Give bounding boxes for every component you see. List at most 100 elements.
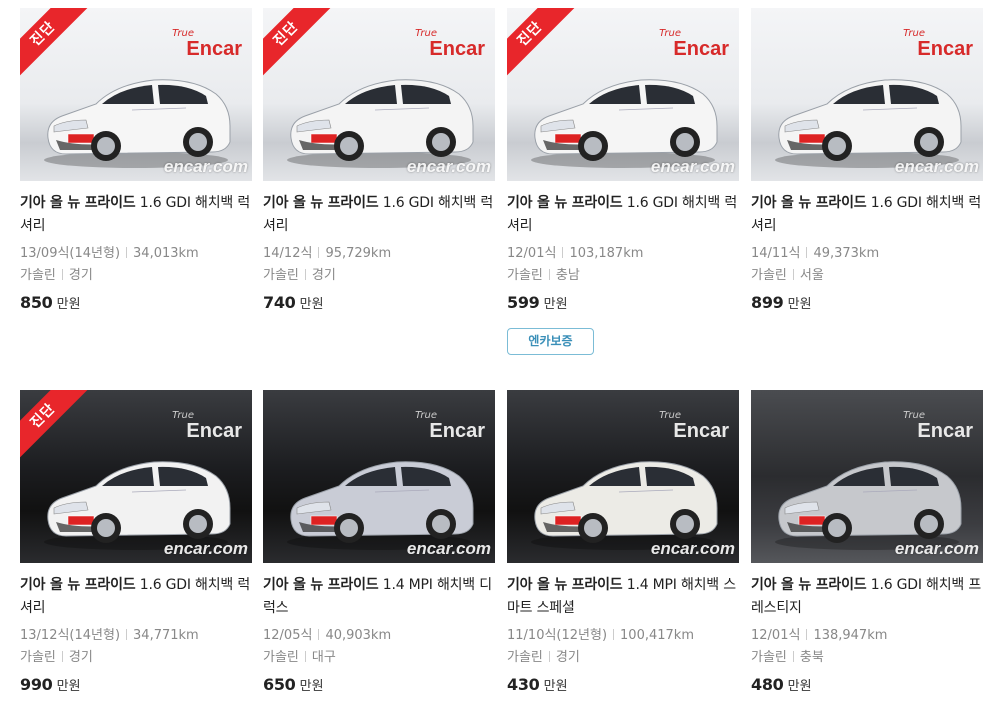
encar-logo: Encar xyxy=(186,38,242,60)
listing-thumbnail[interactable]: True Encar encar.com 진단 xyxy=(263,8,495,181)
listing-fuel: 가솔린 xyxy=(263,650,299,665)
price-unit: 만원 xyxy=(299,679,324,694)
listing-thumbnail[interactable]: True Encar encar.com xyxy=(263,390,495,563)
listing-specs: 11/10식(12년형) 100,417km 가솔린 경기 xyxy=(507,625,739,669)
listing-brand: 기아 올 뉴 프라이드 xyxy=(20,577,136,593)
watermark: encar.com xyxy=(894,539,979,558)
listing-specs: 12/01식 103,187km 가솔린 충남 xyxy=(507,243,739,287)
listing-fuel: 가솔린 xyxy=(751,268,787,283)
watermark: encar.com xyxy=(406,157,491,176)
listing-specs: 13/12식(14년형) 34,771km 가솔린 경기 xyxy=(20,625,252,669)
listing-brand: 기아 올 뉴 프라이드 xyxy=(263,195,379,211)
listing-specs: 14/11식 49,373km 가솔린 서울 xyxy=(751,243,983,287)
divider xyxy=(792,651,794,662)
divider xyxy=(806,247,808,258)
listing-fuel: 가솔린 xyxy=(507,268,543,283)
price-unit: 만원 xyxy=(787,679,812,694)
price-unit: 만원 xyxy=(787,297,812,312)
listing-year: 12/01식 xyxy=(507,246,557,261)
listing-mileage: 34,771km xyxy=(133,628,199,643)
listing-thumbnail[interactable]: True Encar encar.com xyxy=(751,390,983,563)
listing-year: 12/01식 xyxy=(751,628,801,643)
listing-brand: 기아 올 뉴 프라이드 xyxy=(751,195,867,211)
listing-year: 14/11식 xyxy=(751,246,801,261)
listing-card[interactable]: True Encar encar.com 진단 기아 올 뉴 프라이드 1.6 … xyxy=(20,390,252,694)
listing-price: 650 만원 xyxy=(263,675,495,694)
price-unit: 만원 xyxy=(543,297,568,312)
watermark: encar.com xyxy=(406,539,491,558)
listing-year: 12/05식 xyxy=(263,628,313,643)
listing-fuel: 가솔린 xyxy=(20,650,56,665)
listing-thumbnail[interactable]: True Encar encar.com xyxy=(751,8,983,181)
listing-specs: 12/01식 138,947km 가솔린 충북 xyxy=(751,625,983,669)
listing-card[interactable]: True Encar encar.com 진단 기아 올 뉴 프라이드 1.6 … xyxy=(263,8,495,312)
listing-title[interactable]: 기아 올 뉴 프라이드 1.6 GDI 해치백 럭셔리 xyxy=(20,574,252,620)
listing-region: 경기 xyxy=(555,650,580,665)
price-value: 480 xyxy=(751,675,784,694)
listing-brand: 기아 올 뉴 프라이드 xyxy=(507,577,623,593)
divider xyxy=(61,269,63,280)
listing-region: 경기 xyxy=(68,650,93,665)
listing-specs: 12/05식 40,903km 가솔린 대구 xyxy=(263,625,495,669)
listing-thumbnail[interactable]: True Encar encar.com 진단 xyxy=(20,390,252,563)
listing-title[interactable]: 기아 올 뉴 프라이드 1.6 GDI 해치백 프레스티지 xyxy=(751,574,983,620)
listing-title[interactable]: 기아 올 뉴 프라이드 1.6 GDI 해치백 럭셔리 xyxy=(751,192,983,238)
listing-card[interactable]: True Encar encar.com 기아 올 뉴 프라이드 1.4 MPI… xyxy=(507,390,739,694)
price-unit: 만원 xyxy=(543,679,568,694)
watermark: encar.com xyxy=(894,157,979,176)
car-photo xyxy=(44,79,231,168)
listing-card[interactable]: True Encar encar.com 기아 올 뉴 프라이드 1.6 GDI… xyxy=(751,390,983,694)
car-photo xyxy=(531,79,718,168)
listing-fuel: 가솔린 xyxy=(751,650,787,665)
listing-title[interactable]: 기아 올 뉴 프라이드 1.4 MPI 해치백 스마트 스페셜 xyxy=(507,574,739,620)
divider xyxy=(792,269,794,280)
divider xyxy=(61,651,63,662)
price-value: 599 xyxy=(507,293,540,312)
car-photo xyxy=(775,461,962,550)
watermark: encar.com xyxy=(650,157,735,176)
listing-year: 13/09식(14년형) xyxy=(20,246,121,261)
listing-fuel: 가솔린 xyxy=(263,268,299,283)
listing-region: 서울 xyxy=(799,268,824,283)
divider xyxy=(548,651,550,662)
encar-logo: Encar xyxy=(673,38,729,60)
listing-price: 599 만원 xyxy=(507,293,739,312)
listing-mileage: 34,013km xyxy=(133,246,199,261)
listing-title[interactable]: 기아 올 뉴 프라이드 1.4 MPI 해치백 디럭스 xyxy=(263,574,495,620)
listing-region: 충북 xyxy=(799,650,824,665)
listing-price: 850 만원 xyxy=(20,293,252,312)
listing-mileage: 49,373km xyxy=(813,246,880,261)
listing-thumbnail[interactable]: True Encar encar.com 진단 xyxy=(507,8,739,181)
listing-card[interactable]: True Encar encar.com 기아 올 뉴 프라이드 1.6 GDI… xyxy=(751,8,983,312)
listing-thumbnail[interactable]: True Encar encar.com xyxy=(507,390,739,563)
listing-region: 충남 xyxy=(555,268,580,283)
car-photo xyxy=(44,461,231,550)
listing-title[interactable]: 기아 올 뉴 프라이드 1.6 GDI 해치백 럭셔리 xyxy=(20,192,252,238)
car-photo xyxy=(775,79,962,168)
listing-title[interactable]: 기아 올 뉴 프라이드 1.6 GDI 해치백 럭셔리 xyxy=(263,192,495,238)
listing-grid: True Encar encar.com 진단 기아 올 뉴 프라이드 1.6 … xyxy=(0,0,994,704)
listing-thumbnail[interactable]: True Encar encar.com 진단 xyxy=(20,8,252,181)
listing-mileage: 138,947km xyxy=(813,628,888,643)
listing-specs: 14/12식 95,729km 가솔린 경기 xyxy=(263,243,495,287)
listing-title[interactable]: 기아 올 뉴 프라이드 1.6 GDI 해치백 럭셔리 xyxy=(507,192,739,238)
divider xyxy=(562,247,564,258)
listing-card[interactable]: True Encar encar.com 기아 올 뉴 프라이드 1.4 MPI… xyxy=(263,390,495,694)
listing-region: 경기 xyxy=(68,268,93,283)
listing-brand: 기아 올 뉴 프라이드 xyxy=(20,195,136,211)
listing-card[interactable]: True Encar encar.com 진단 기아 올 뉴 프라이드 1.6 … xyxy=(20,8,252,312)
listing-fuel: 가솔린 xyxy=(20,268,56,283)
listing-card[interactable]: True Encar encar.com 진단 기아 올 뉴 프라이드 1.6 … xyxy=(507,8,739,312)
listing-mileage: 40,903km xyxy=(325,628,392,643)
encar-logo: Encar xyxy=(673,420,729,442)
price-value: 740 xyxy=(263,293,296,312)
listing-mileage: 100,417km xyxy=(620,628,694,643)
listing-brand: 기아 올 뉴 프라이드 xyxy=(263,577,379,593)
divider xyxy=(304,269,306,280)
car-photo xyxy=(287,79,474,168)
listing-mileage: 95,729km xyxy=(325,246,392,261)
encar-warranty-badge[interactable]: 엔카보증 xyxy=(507,328,594,355)
divider xyxy=(304,651,306,662)
listing-year: 13/12식(14년형) xyxy=(20,628,121,643)
watermark: encar.com xyxy=(650,539,735,558)
